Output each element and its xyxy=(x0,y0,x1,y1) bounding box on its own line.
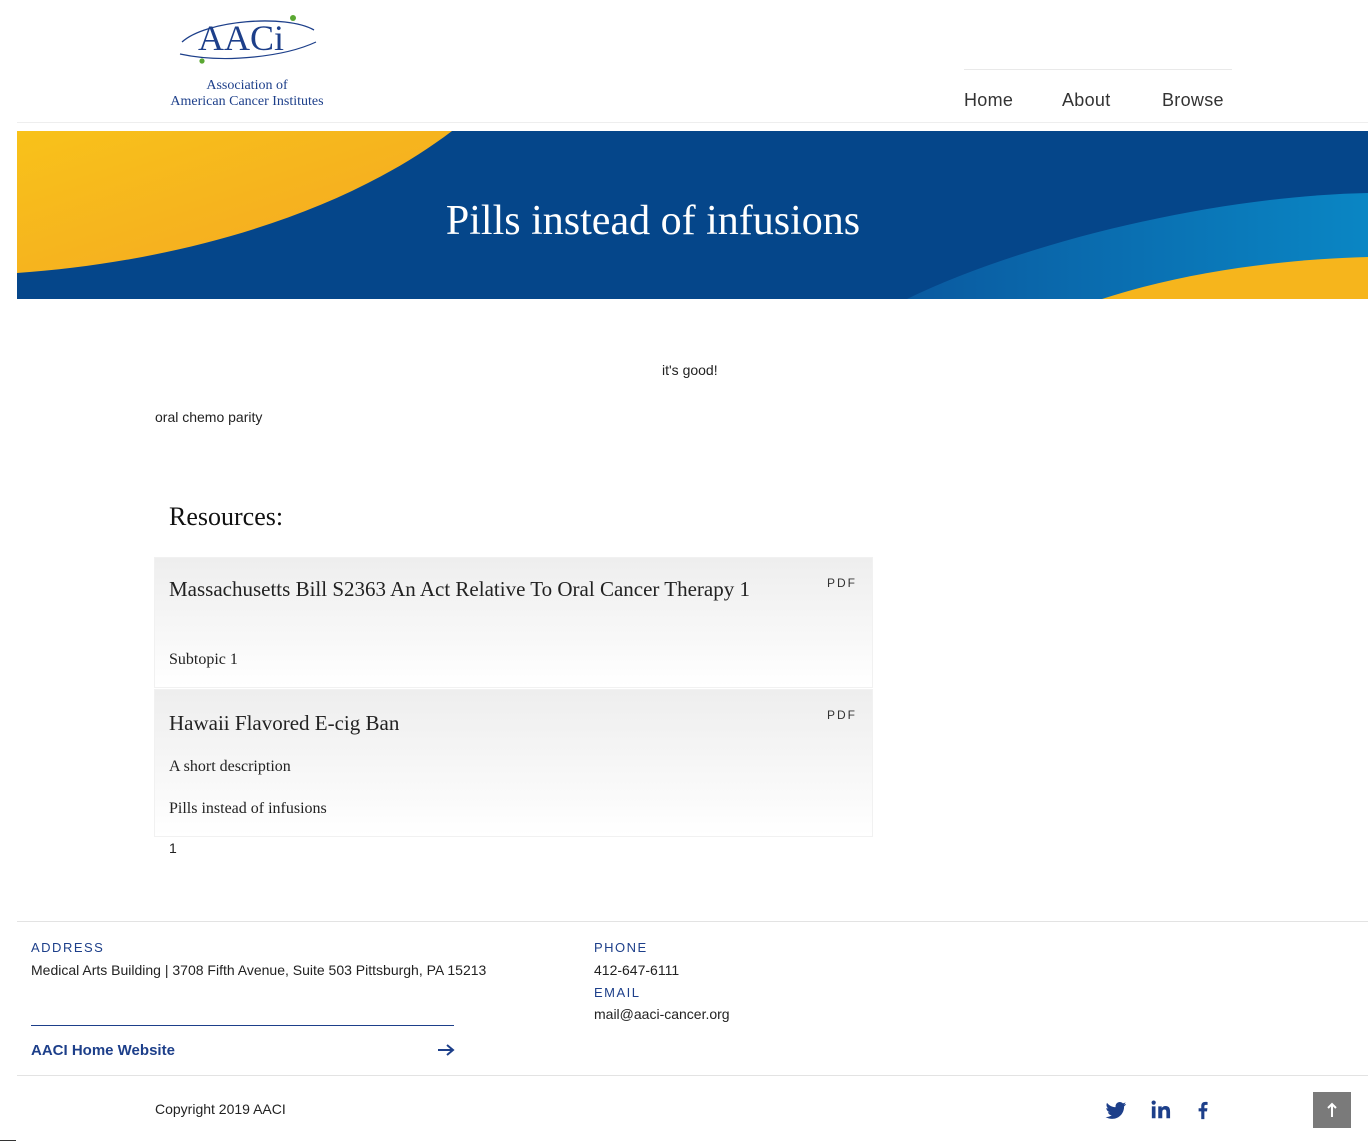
nav-browse-link[interactable]: Browse xyxy=(1162,90,1224,111)
logo-wordmark: AACi xyxy=(198,18,284,58)
resource-card[interactable]: Massachusetts Bill S2363 An Act Relative… xyxy=(154,557,873,688)
resource-short-description: A short description xyxy=(169,758,291,775)
aaci-home-website-link[interactable]: AACI Home Website xyxy=(31,1042,455,1062)
header-divider xyxy=(17,122,1368,123)
phone-label: PHONE xyxy=(594,940,648,955)
page-edge-mark xyxy=(0,1140,16,1141)
arrow-up-icon xyxy=(1327,1102,1337,1117)
resource-topic: Pills instead of infusions xyxy=(169,800,327,817)
nav-about-link[interactable]: About xyxy=(1062,90,1111,111)
resource-title[interactable]: Hawaii Flavored E-cig Ban xyxy=(169,710,789,736)
resources-heading: Resources: xyxy=(169,502,284,531)
home-link-label: AACI Home Website xyxy=(31,1042,175,1059)
pagination-page-1[interactable]: 1 xyxy=(169,840,177,856)
logo-subtitle: Association of American Cancer Institute… xyxy=(154,78,340,110)
logo-subtitle-line1: Association of xyxy=(206,78,288,93)
pdf-badge: PDF xyxy=(827,576,857,590)
back-to-top-button[interactable] xyxy=(1313,1092,1351,1128)
email-value: mail@aaci-cancer.org xyxy=(594,1006,730,1022)
address-label: ADDRESS xyxy=(31,940,105,955)
topic-description: oral chemo parity xyxy=(155,409,263,425)
linkedin-icon[interactable] xyxy=(1150,1099,1172,1121)
logo-subtitle-line2: American Cancer Institutes xyxy=(170,94,324,109)
copyright-text: Copyright 2019 AACI xyxy=(155,1101,286,1117)
footer-bottom-divider xyxy=(17,1075,1368,1076)
twitter-icon[interactable] xyxy=(1105,1099,1127,1121)
resource-title[interactable]: Massachusetts Bill S2363 An Act Relative… xyxy=(169,576,789,602)
site-logo[interactable]: AACi Association of American Cancer Inst… xyxy=(154,12,344,112)
address-value: Medical Arts Building | 3708 Fifth Avenu… xyxy=(31,962,487,978)
resource-subtopic: Subtopic 1 xyxy=(169,651,238,668)
email-label: EMAIL xyxy=(594,985,641,1000)
home-link-divider xyxy=(31,1025,454,1026)
logo-mark-icon: AACi xyxy=(179,15,317,64)
resource-card[interactable]: Hawaii Flavored E-cig Ban PDF A short de… xyxy=(154,689,873,837)
banner-title: Pills instead of infusions xyxy=(445,198,861,244)
footer-divider xyxy=(17,921,1368,922)
page-banner: Pills instead of infusions xyxy=(17,131,1368,299)
status-text: it's good! xyxy=(662,362,718,378)
nav-home-link[interactable]: Home xyxy=(964,90,1013,111)
nav-divider xyxy=(964,69,1232,70)
pdf-badge: PDF xyxy=(827,708,857,722)
phone-value: 412-647-6111 xyxy=(594,962,680,978)
facebook-icon[interactable] xyxy=(1192,1099,1214,1121)
arrow-right-icon xyxy=(438,1044,455,1056)
